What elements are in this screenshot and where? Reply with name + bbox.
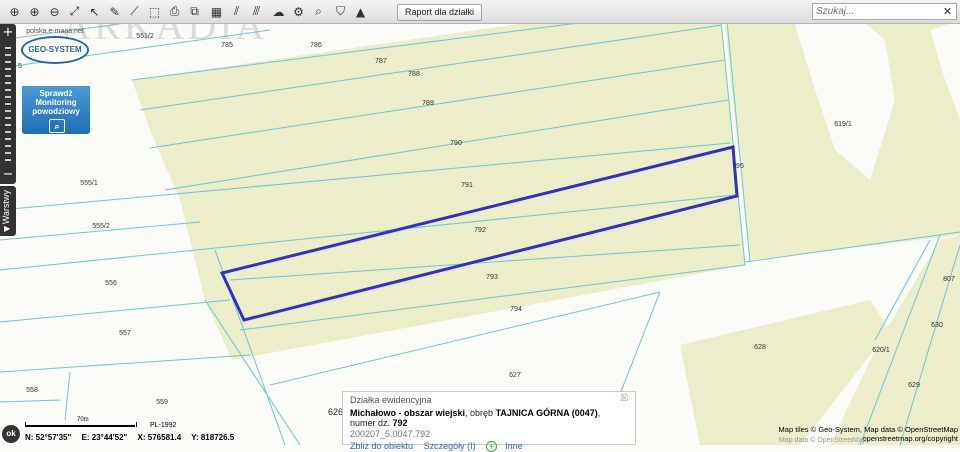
geo-system-logo: GEO-SYSTEM: [21, 36, 89, 64]
parcel-number-label: 551/2: [136, 33, 154, 40]
popup-numer-label: numer dz.: [350, 418, 391, 428]
toolbar: ⊕⊕⊖⤢↖✎⟋⬚⎙⧉▦⫽⫻☁⚙⌕⛉▲ Raport dla działki ✕: [0, 0, 960, 24]
plus-icon[interactable]: +: [486, 441, 498, 452]
magnifier-icon: ⌕: [49, 119, 65, 133]
street-view-icon[interactable]: ⛉: [332, 3, 349, 20]
parcel-number-label: 619/1: [834, 121, 852, 128]
export-icon[interactable]: ⧉: [186, 3, 203, 20]
raport-button[interactable]: Raport dla działki: [397, 4, 482, 21]
search-clear-icon[interactable]: ✕: [941, 5, 954, 18]
zoom-bar: + −: [0, 24, 16, 184]
zoom-minus-button[interactable]: −: [0, 168, 16, 182]
parcel-number-label: 793: [486, 274, 498, 281]
parcel-number-label: 795: [732, 163, 744, 170]
scale-label: 70m: [77, 417, 89, 423]
popup-numer: 792: [392, 418, 408, 428]
parcel-number-label: 786: [310, 42, 322, 49]
attribution-line[interactable]: Map tiles © Geo-System, Map data © OpenS…: [779, 425, 958, 434]
ruler-icon[interactable]: ⟋: [126, 3, 143, 20]
pyramid-icon[interactable]: ▲: [352, 3, 369, 20]
scale-bar: 70m: [25, 417, 145, 430]
cloud-icon[interactable]: ☁: [270, 3, 287, 20]
parcel-map[interactable]: 551/2 785 786 787 788 789 790 791 792 793 794 795 55…: [0, 0, 960, 445]
zoom-in-icon[interactable]: ⊕: [26, 3, 43, 20]
y-coordinate: Y: 818726.5: [191, 433, 235, 442]
parcel-number-label: 557: [119, 330, 131, 337]
popup-links: Zbliż do obiektu Szczegóły (I) + Inne: [350, 441, 628, 452]
parcel-number-label: 559: [156, 399, 168, 406]
parcel-number-label: 794: [510, 306, 522, 313]
popup-obreb-label: obręb: [470, 408, 494, 418]
ok-button[interactable]: ok: [2, 425, 20, 443]
flood-title-line: Monitoring: [35, 98, 77, 107]
parcel-info-popup: Działka ewidencyjna Michałowo - obszar w…: [342, 391, 636, 452]
layers-tab-label: Warstwy: [1, 190, 11, 225]
parcel-number-label: 792: [474, 227, 486, 234]
popup-obreb: TAJNICA GÓRNA (0047): [495, 408, 598, 418]
popup-place: Michałowo - obszar wiejski: [350, 408, 466, 418]
flood-monitoring-button[interactable]: Sprawdź Monitoring powodziowy ⌕: [22, 86, 90, 134]
details-link[interactable]: Szczegóły (I): [424, 441, 476, 451]
geo-system-widget: polska.e-mapa.net GEO-SYSTEM Sprawdź Mon…: [20, 28, 90, 134]
area-measure-icon[interactable]: ⬚: [146, 3, 163, 20]
parcel-number-label: 787: [375, 58, 387, 65]
parcel-number-label: 628: [754, 344, 766, 351]
latitude: N: 52°57'35": [25, 433, 72, 442]
pan-arrow-icon[interactable]: ↖: [86, 3, 103, 20]
geo-url[interactable]: polska.e-mapa.net: [20, 28, 90, 35]
parcel-number-label: 629: [908, 382, 920, 389]
popup-parcel-id: 200207_5.0047.792: [350, 429, 431, 439]
parcel-number-label: 627: [509, 372, 521, 379]
chevron-right-icon: ▶: [4, 224, 11, 233]
parcel-number-label: 558: [26, 387, 38, 394]
x-coordinate: X: 576581.4: [137, 433, 182, 442]
parcel-number-label: 620/1: [872, 347, 890, 354]
zoom-slider[interactable]: [5, 42, 11, 166]
flood-title-line: powodziowy: [32, 107, 80, 116]
popup-marker-label: 626: [328, 407, 344, 417]
popup-description: Michałowo - obszar wiejski, obręb TAJNIC…: [350, 408, 601, 428]
draw-lines-icon[interactable]: ⫽: [228, 3, 245, 20]
search-input[interactable]: [816, 5, 934, 18]
hatch-icon[interactable]: ⫻: [248, 3, 265, 20]
zoom-plus-button[interactable]: +: [0, 26, 16, 40]
popup-category: Działka ewidencyjna: [350, 395, 432, 405]
parcel-number-label: 807: [943, 276, 955, 283]
coordinates-readout: N: 52°57'35" E: 23°44'52" X: 576581.4 Y:…: [25, 433, 242, 442]
close-icon[interactable]: ☒: [620, 394, 630, 404]
zoom-to-object-link[interactable]: Zbliż do obiektu: [350, 441, 413, 451]
search-box: ✕: [812, 3, 957, 20]
settings-icon[interactable]: ⚙: [290, 3, 307, 20]
parcel-number-label: 790: [450, 140, 462, 147]
parcel-number-label: 630: [931, 322, 943, 329]
zoom-out-icon[interactable]: ⊖: [46, 3, 63, 20]
flood-title-line: Sprawdź: [39, 89, 73, 98]
other-link[interactable]: Inne: [505, 441, 523, 451]
parcel-number-label: 788: [408, 71, 420, 78]
full-extent-icon[interactable]: ⤢: [66, 3, 83, 20]
print-icon[interactable]: ⎙: [166, 3, 183, 20]
pencil-icon[interactable]: ✎: [106, 3, 123, 20]
parcel-number-label: 789: [422, 100, 434, 107]
parcel-number-label: 556: [105, 280, 117, 287]
parcel-number-label: 555/2: [92, 223, 110, 230]
locate-icon[interactable]: ⊕: [6, 3, 23, 20]
grid-icon[interactable]: ▦: [208, 3, 225, 20]
longitude: E: 23°44'52": [81, 433, 128, 442]
parcel-number-label: 555/1: [80, 180, 98, 187]
layers-tab[interactable]: Warstwy ▶: [0, 186, 16, 236]
parcel-number-label: 785: [221, 42, 233, 49]
parcel-number-label: 791: [461, 182, 473, 189]
attribution-faint: Map data © OpenStreetMap: [779, 437, 867, 444]
search-map-icon[interactable]: ⌕: [310, 3, 327, 20]
crs-label: PL-1992: [150, 422, 177, 429]
